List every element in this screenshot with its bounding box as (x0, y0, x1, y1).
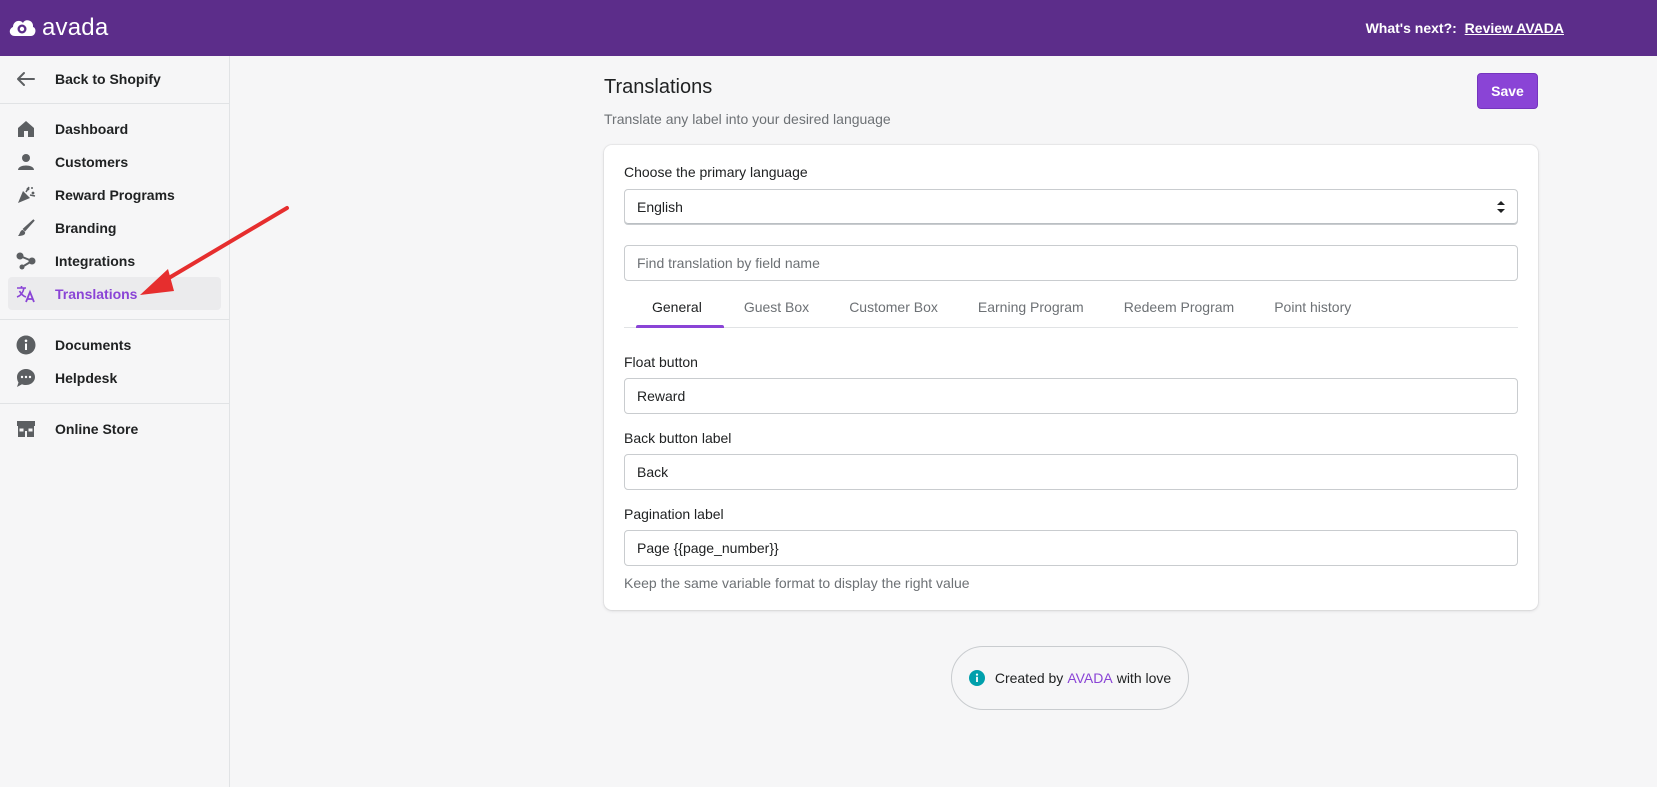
tab-redeem-program[interactable]: Redeem Program (1104, 287, 1255, 327)
footer-suffix: with love (1116, 670, 1172, 686)
home-icon (12, 119, 40, 139)
review-avada-link[interactable]: Review AVADA (1465, 20, 1564, 36)
integration-icon (12, 251, 40, 271)
footer-brand-link[interactable]: AVADA (1067, 670, 1112, 686)
footer-prefix: Created by (994, 670, 1064, 686)
footer-credit: Created by AVADA with love (951, 646, 1189, 710)
arrow-left-icon (12, 69, 40, 89)
sidebar-item-label: Reward Programs (55, 186, 175, 203)
translation-tabs: General Guest Box Customer Box Earning P… (624, 287, 1518, 328)
sidebar-item-label: Branding (55, 219, 117, 236)
sidebar-item-helpdesk[interactable]: Helpdesk (8, 361, 221, 394)
tab-guest-box[interactable]: Guest Box (724, 287, 829, 327)
whats-next-label: What's next?: (1365, 20, 1457, 36)
sidebar-item-online-store[interactable]: Online Store (8, 412, 221, 445)
save-button[interactable]: Save (1477, 73, 1538, 109)
sidebar: Back to Shopify Dashboard Customers Rewa… (0, 56, 230, 787)
confetti-icon (12, 185, 40, 205)
tab-point-history[interactable]: Point history (1254, 287, 1371, 327)
chat-icon (12, 368, 40, 388)
sidebar-item-label: Translations (55, 285, 138, 302)
page-subtitle: Translate any label into your desired la… (604, 111, 891, 127)
store-icon (12, 419, 40, 439)
sidebar-item-label: Documents (55, 336, 132, 353)
info-icon (968, 670, 985, 686)
sidebar-item-label: Helpdesk (55, 369, 118, 386)
paintbrush-icon (12, 218, 40, 238)
top-bar: avada What's next?: Review AVADA (0, 0, 1657, 56)
language-label: Choose the primary language (624, 164, 808, 180)
float-button-input[interactable] (624, 378, 1518, 414)
info-icon (12, 335, 40, 355)
sidebar-item-label: Dashboard (55, 120, 129, 137)
translate-icon (12, 284, 40, 304)
tab-customer-box[interactable]: Customer Box (829, 287, 958, 327)
search-translation-input[interactable] (624, 245, 1518, 281)
sidebar-item-label: Online Store (55, 420, 139, 437)
sidebar-item-dashboard[interactable]: Dashboard (8, 112, 221, 145)
back-button-label: Back button label (624, 430, 732, 446)
annotation-arrow (140, 206, 289, 295)
language-select[interactable]: English (624, 189, 1518, 225)
person-icon (12, 152, 40, 172)
back-to-shopify-link[interactable]: Back to Shopify (8, 62, 221, 95)
pagination-help-text: Keep the same variable format to display… (624, 575, 970, 591)
logo-text: avada (42, 14, 109, 41)
tab-earning-program[interactable]: Earning Program (958, 287, 1104, 327)
pagination-input[interactable] (624, 530, 1518, 566)
sidebar-item-label: Integrations (55, 252, 136, 269)
sidebar-item-label: Customers (55, 153, 129, 170)
translations-card: Choose the primary language English Gene… (604, 145, 1538, 610)
language-select-value[interactable]: English (624, 189, 1518, 225)
select-arrows-icon (1497, 201, 1505, 213)
avada-logo-icon (9, 20, 36, 36)
whats-next: What's next?: Review AVADA (1366, 20, 1564, 36)
back-button-input[interactable] (624, 454, 1518, 490)
page-title: Translations (604, 76, 713, 98)
sidebar-item-customers[interactable]: Customers (8, 145, 221, 178)
sidebar-item-documents[interactable]: Documents (8, 328, 221, 361)
pagination-label: Pagination label (624, 506, 724, 522)
float-button-label: Float button (624, 354, 698, 370)
tab-general[interactable]: General (624, 287, 724, 328)
back-label: Back to Shopify (55, 70, 161, 87)
avada-logo[interactable]: avada (6, 12, 108, 44)
